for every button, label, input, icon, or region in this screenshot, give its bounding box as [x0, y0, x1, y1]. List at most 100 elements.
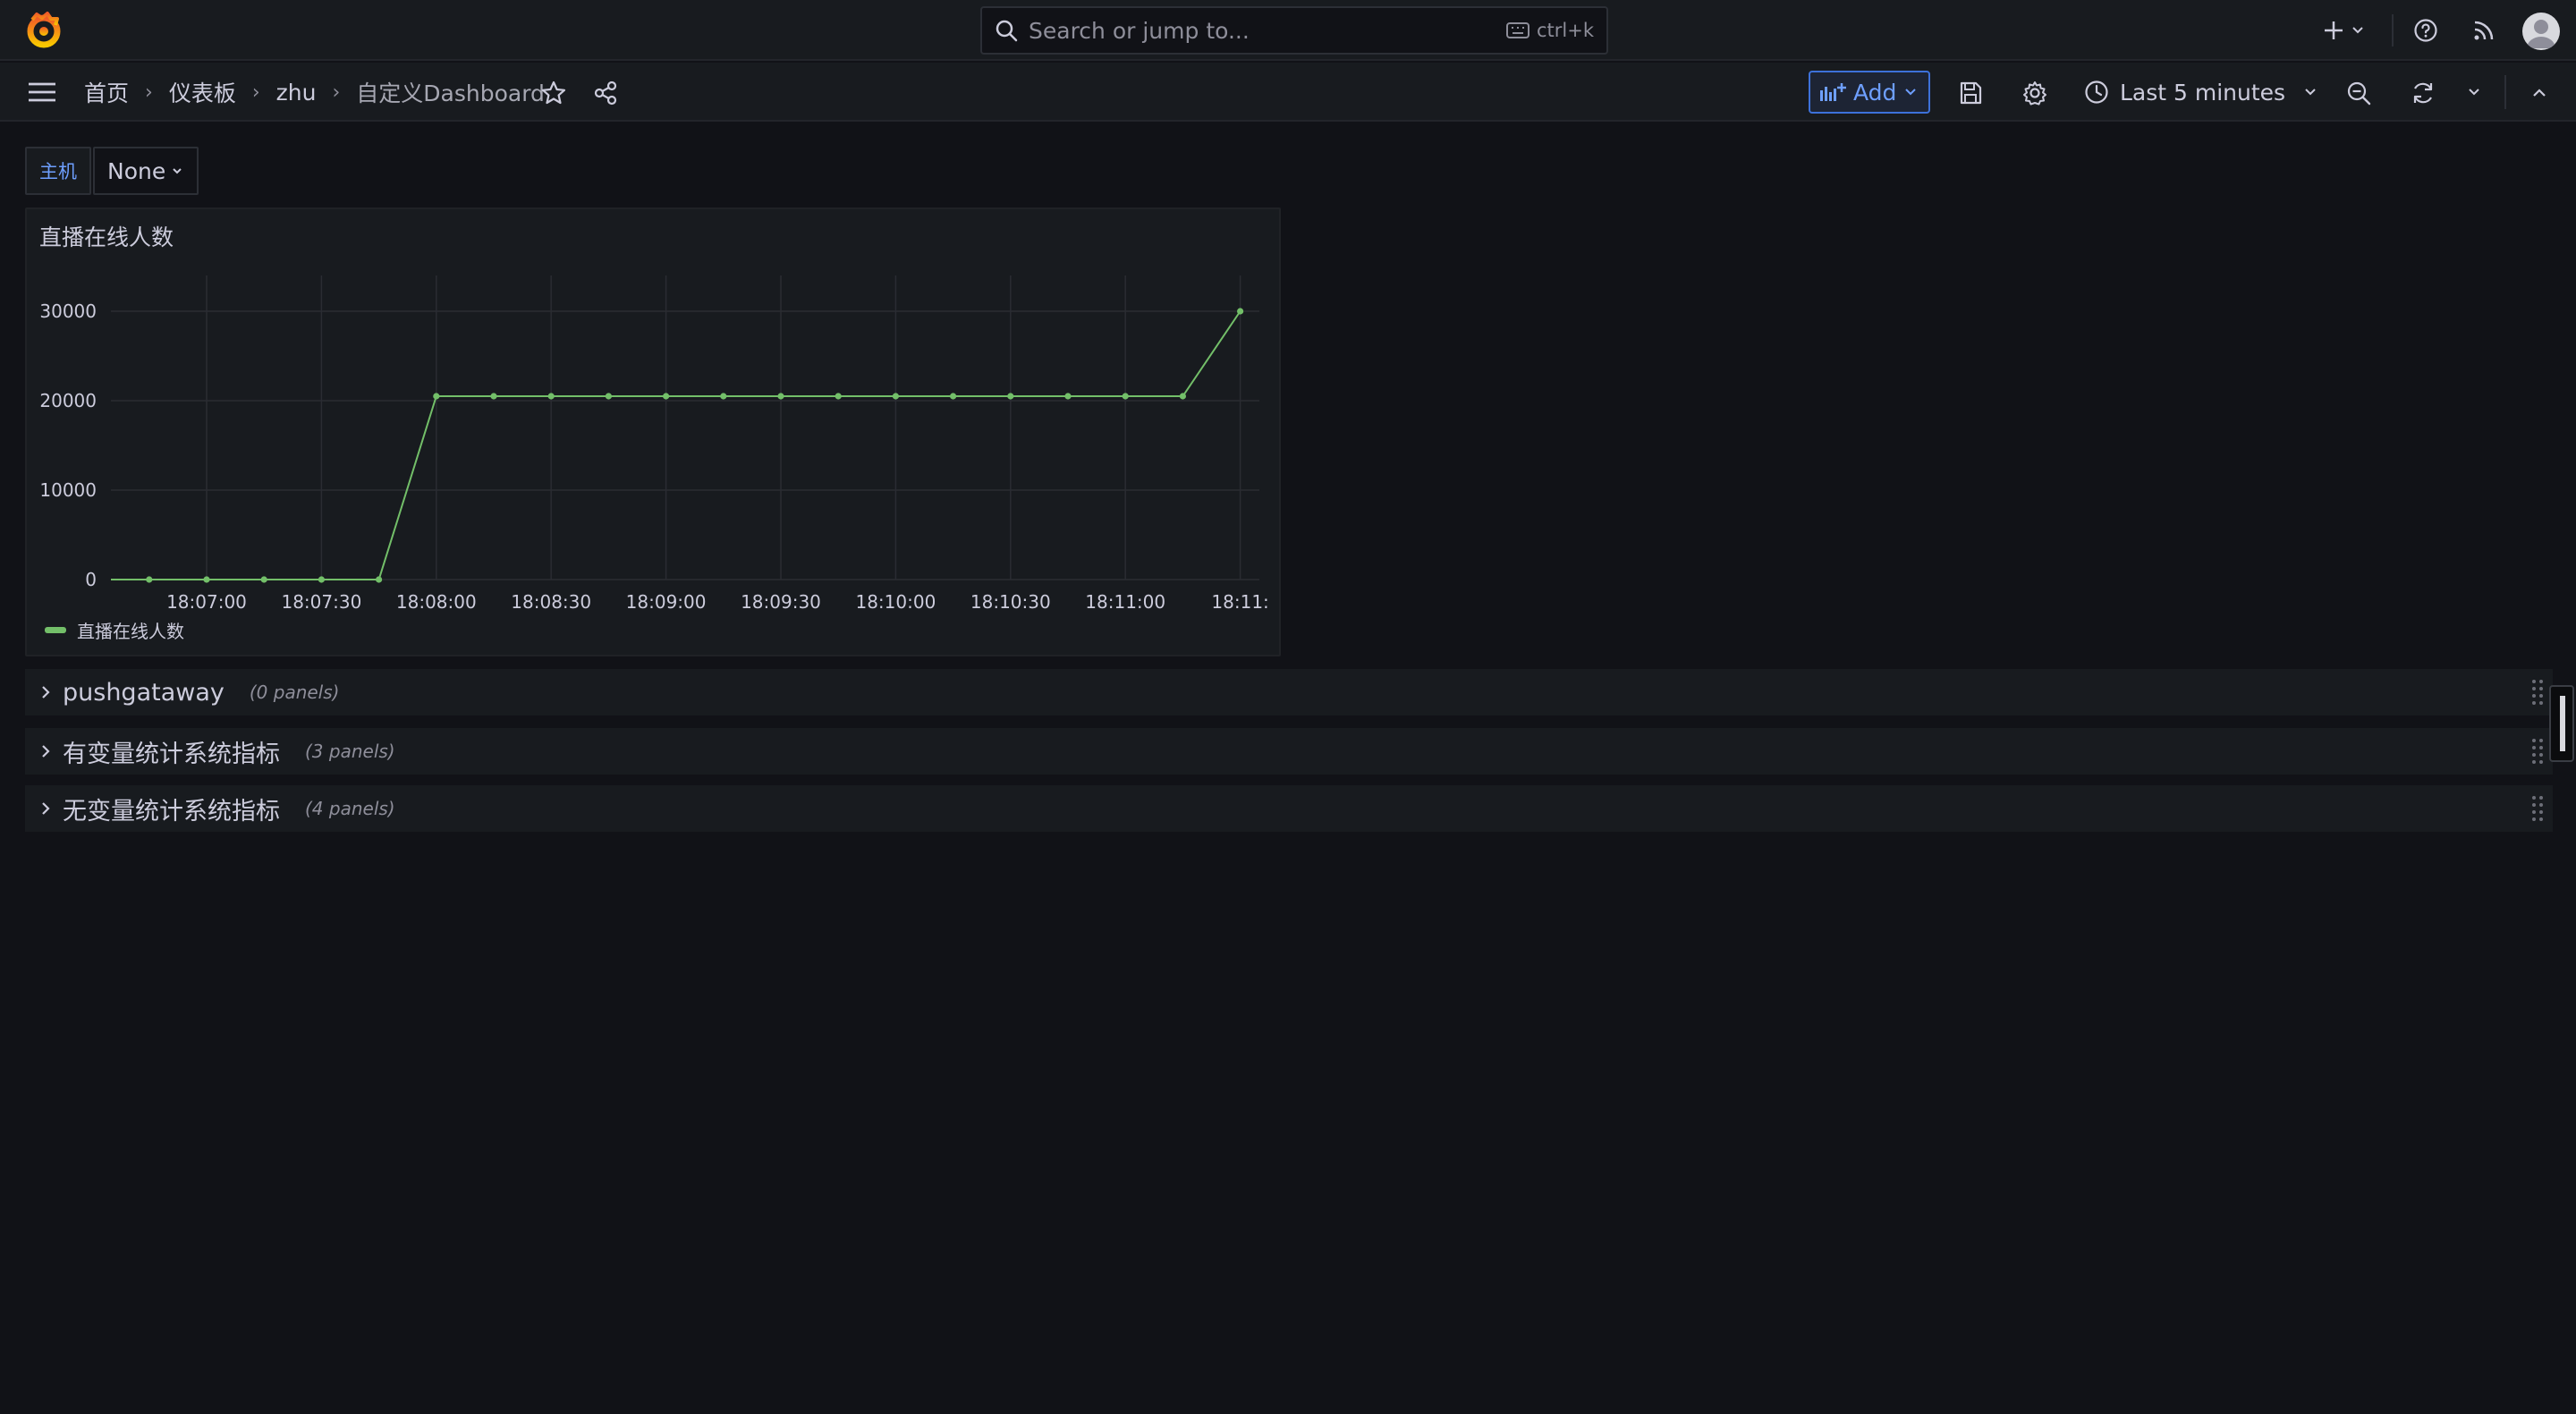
dashboard-row-pushgataway[interactable]: pushgataway (0 panels) — [25, 669, 2553, 715]
variable-select-host[interactable]: None — [93, 147, 199, 195]
x-tick-label: 18:08:00 — [396, 591, 477, 612]
data-point — [663, 393, 670, 400]
data-point — [1122, 393, 1129, 400]
y-tick-label: 30000 — [39, 301, 97, 322]
search-bar[interactable]: Search or jump to... ctrl+k — [980, 6, 1608, 55]
clock-icon — [2084, 80, 2109, 105]
news-rss-icon — [2472, 19, 2496, 42]
search-icon — [995, 19, 1018, 42]
data-point — [950, 393, 957, 400]
data-point — [892, 393, 900, 400]
chevron-right-icon — [38, 743, 54, 759]
row-panel-count: (4 panels) — [305, 798, 395, 819]
chevron-right-icon — [38, 800, 54, 817]
y-tick-label: 10000 — [39, 479, 97, 501]
breadcrumb: 首页 › 仪表板 › zhu › 自定义Dashboard — [84, 63, 545, 122]
chevron-up-icon[interactable] — [2531, 85, 2547, 101]
chevron-down-icon — [171, 165, 183, 177]
data-point — [720, 393, 727, 400]
variable-value: None — [107, 157, 166, 184]
search-placeholder: Search or jump to... — [1029, 17, 1250, 44]
time-range-picker[interactable]: Last 5 minutes — [2084, 71, 2318, 114]
chevron-right-icon — [38, 684, 54, 700]
save-icon[interactable] — [1957, 80, 1984, 106]
share-icon[interactable] — [592, 80, 619, 106]
data-point — [1237, 308, 1244, 315]
scrollbar-thumb[interactable] — [2549, 685, 2574, 762]
news-button[interactable] — [2472, 13, 2496, 48]
variable-label-host: 主机 — [25, 147, 91, 195]
x-tick-label: 18:09:00 — [626, 591, 707, 612]
gear-icon[interactable] — [2021, 80, 2048, 106]
data-point — [203, 576, 210, 583]
chevron-down-icon — [2467, 85, 2481, 99]
data-point — [1179, 393, 1186, 400]
data-point — [1007, 393, 1014, 400]
breadcrumb-folder[interactable]: zhu — [276, 80, 317, 106]
x-tick-label: 18:10:30 — [970, 591, 1051, 612]
x-tick-label: 18:07:00 — [166, 591, 247, 612]
top-bar: Search or jump to... ctrl+k — [0, 0, 2576, 61]
star-icon[interactable] — [540, 80, 567, 106]
breadcrumb-current-dashboard: 自定义Dashboard — [356, 80, 545, 106]
legend-label: 直播在线人数 — [77, 621, 184, 642]
breadcrumb-separator: › — [332, 80, 341, 104]
data-point — [547, 393, 555, 400]
dashboard-row-without-variables[interactable]: 无变量统计系统指标 (4 panels) — [25, 785, 2553, 832]
data-point — [260, 576, 267, 583]
x-tick-label: 18:08:30 — [511, 591, 591, 612]
data-point — [777, 393, 784, 400]
data-point — [146, 576, 153, 583]
row-title: 有变量统计系统指标 — [63, 740, 280, 768]
breadcrumb-dashboards[interactable]: 仪表板 — [169, 76, 236, 108]
new-menu-button[interactable] — [2322, 13, 2365, 48]
navbar-divider — [2504, 75, 2506, 109]
user-avatar[interactable] — [2522, 13, 2560, 50]
drag-handle-icon[interactable] — [2531, 678, 2544, 707]
chart-legend[interactable]: 直播在线人数 — [45, 617, 184, 643]
drag-handle-icon[interactable] — [2531, 794, 2544, 823]
add-button[interactable]: Add — [1809, 71, 1930, 114]
breadcrumb-separator: › — [145, 80, 153, 104]
dashboard-nav-bar: 首页 › 仪表板 › zhu › 自定义Dashboard Add Last 5… — [0, 63, 2576, 122]
row-panel-count: (3 panels) — [305, 741, 395, 762]
row-title: 无变量统计系统指标 — [63, 797, 280, 826]
data-point — [835, 393, 842, 400]
y-tick-label: 20000 — [39, 390, 97, 411]
row-title: pushgataway — [63, 678, 225, 707]
search-shortcut: ctrl+k — [1505, 20, 1594, 41]
breadcrumb-home[interactable]: 首页 — [84, 76, 129, 108]
help-button[interactable] — [2413, 13, 2438, 48]
legend-swatch — [45, 627, 66, 633]
chevron-down-icon — [1903, 85, 1918, 99]
x-tick-label: 18:11:00 — [1085, 591, 1165, 612]
y-tick-label: 0 — [85, 569, 97, 590]
data-point — [1064, 393, 1072, 400]
data-point — [490, 393, 497, 400]
keyboard-icon — [1505, 21, 1530, 39]
x-tick-label: 18:07:30 — [281, 591, 361, 612]
data-point — [433, 393, 440, 400]
data-point — [376, 576, 383, 583]
topbar-divider — [2392, 14, 2394, 47]
drag-handle-icon[interactable] — [2531, 737, 2544, 766]
help-icon — [2413, 18, 2438, 43]
x-tick-label: 18:11: — [1211, 591, 1268, 612]
dashboard-row-with-variables[interactable]: 有变量统计系统指标 (3 panels) — [25, 728, 2553, 775]
add-button-label: Add — [1853, 79, 1897, 106]
row-panel-count: (0 panels) — [249, 682, 340, 703]
chevron-down-icon — [2351, 23, 2365, 38]
panel-live-viewers[interactable]: 直播在线人数 0 10000 20000 30000 18:07:00 18:07:30 1… — [25, 207, 1281, 656]
x-tick-label: 18:10:00 — [855, 591, 936, 612]
plus-icon — [2322, 19, 2345, 42]
menu-icon[interactable] — [27, 79, 57, 106]
refresh-interval-dropdown[interactable] — [2467, 85, 2481, 99]
chevron-down-icon — [2303, 85, 2318, 99]
data-point — [605, 393, 613, 400]
grafana-logo-icon[interactable] — [25, 11, 63, 48]
time-series-chart[interactable]: 0 10000 20000 30000 18:07:00 18:07:30 18:08:00… — [27, 209, 1283, 612]
zoom-out-icon[interactable] — [2345, 80, 2372, 106]
refresh-icon[interactable] — [2410, 80, 2436, 106]
data-point — [318, 576, 325, 583]
time-range-label: Last 5 minutes — [2120, 79, 2286, 106]
